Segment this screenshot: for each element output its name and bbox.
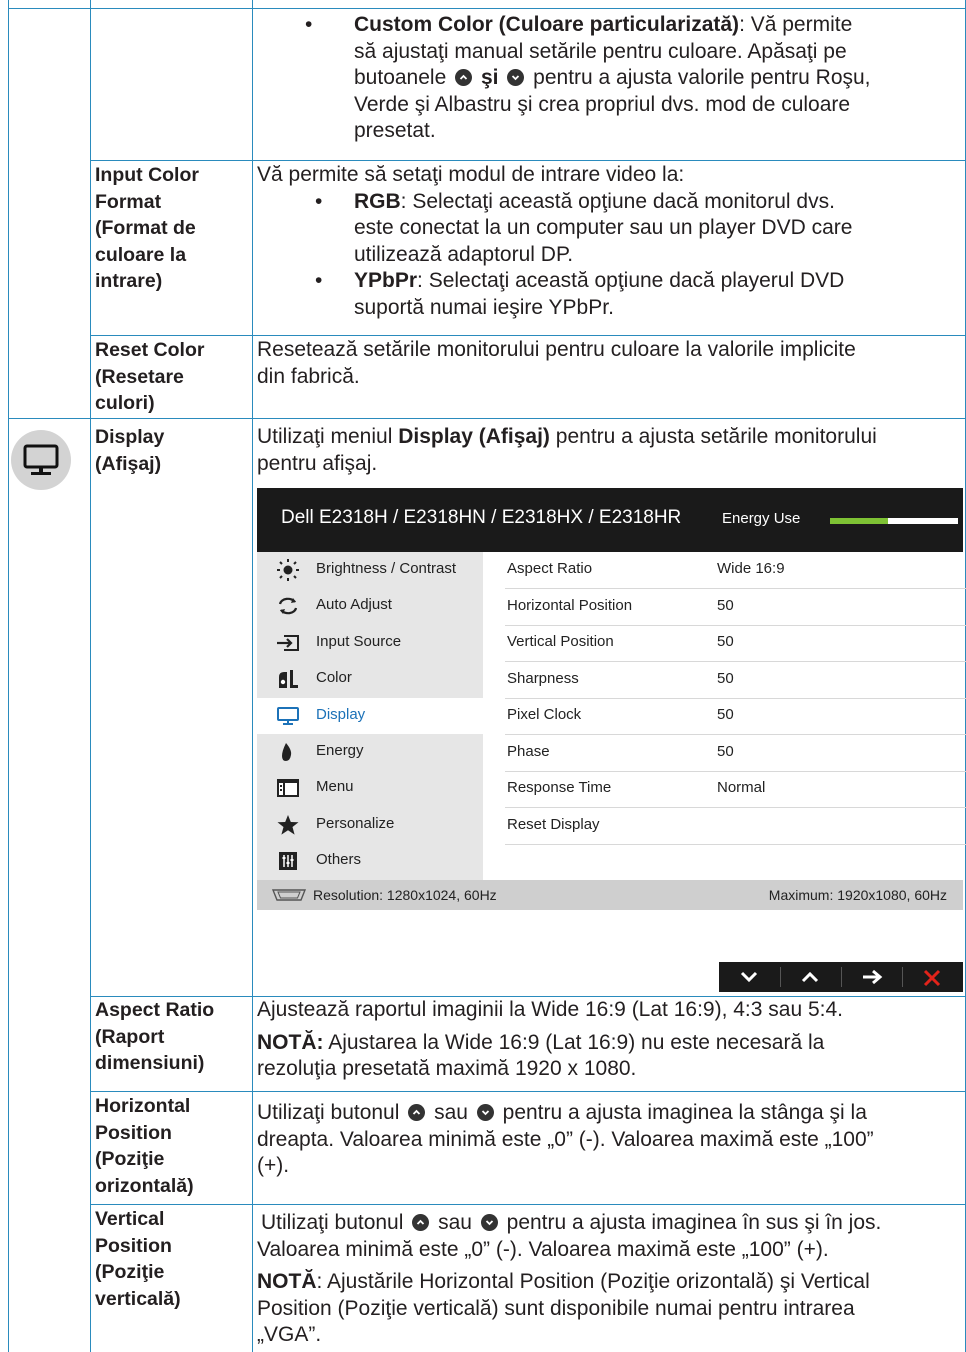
menu-item-others[interactable]: Others bbox=[257, 843, 483, 879]
down-button-icon bbox=[480, 1214, 498, 1231]
menu-item-personalize[interactable]: Personalize bbox=[257, 807, 483, 843]
vertical-position-description: Utilizaţi butonul sau pentru a ajusta im… bbox=[257, 1211, 882, 1346]
reset-color-description: Resetează setările monitorului pentru cu… bbox=[257, 338, 856, 388]
up-button[interactable] bbox=[780, 962, 841, 992]
menu-item-menu[interactable]: Menu bbox=[257, 770, 483, 806]
energy-use-meter bbox=[830, 518, 958, 524]
row-divider bbox=[90, 160, 966, 161]
energy-icon bbox=[282, 743, 292, 761]
vga-connector-icon bbox=[271, 889, 307, 901]
setting-row-phase[interactable]: Phase 50 bbox=[505, 735, 966, 772]
resolution-text: Resolution: 1280x1024, 60Hz bbox=[313, 887, 497, 903]
close-icon bbox=[923, 969, 941, 987]
setting-row-vertical-position[interactable]: Vertical Position 50 bbox=[505, 625, 966, 662]
manual-page: • Custom Color (Culoare particularizată)… bbox=[0, 0, 966, 1352]
osd-main-menu: Brightness / Contrast Auto Adjust Input … bbox=[257, 552, 483, 880]
bullet: • bbox=[315, 189, 323, 213]
vertical-position-label: Vertical Position (Poziţie verticală) bbox=[95, 1208, 181, 1310]
auto-adjust-icon bbox=[278, 598, 298, 615]
row-divider bbox=[90, 1091, 966, 1092]
row-divider bbox=[8, 418, 966, 419]
menu-item-color[interactable]: Color bbox=[257, 661, 483, 697]
color-icon bbox=[279, 670, 298, 689]
setting-row-aspect-ratio[interactable]: Aspect Ratio Wide 16:9 bbox=[505, 552, 966, 589]
aspect-ratio-label: Aspect Ratio (Raport dimensiuni) bbox=[95, 999, 215, 1074]
maximum-resolution-text: Maximum: 1920x1080, 60Hz bbox=[768, 887, 947, 903]
menu-item-auto-adjust[interactable]: Auto Adjust bbox=[257, 588, 483, 624]
input-source-icon bbox=[277, 634, 299, 651]
horizontal-position-description: Utilizaţi butonul sau pentru a ajusta im… bbox=[257, 1101, 874, 1177]
exit-button[interactable] bbox=[902, 962, 963, 992]
custom-color-title: Custom Color (Culoare particularizată) bbox=[354, 13, 740, 36]
up-button-icon bbox=[412, 1214, 430, 1231]
display-description: Utilizaţi meniul Display (Afişaj) pentru… bbox=[257, 425, 877, 475]
others-icon bbox=[279, 852, 297, 871]
osd-status-bar: Resolution: 1280x1024, 60Hz Maximum: 192… bbox=[257, 880, 963, 910]
table-border-col1 bbox=[90, 0, 91, 1352]
display-label: Display (Afişaj) bbox=[95, 426, 165, 475]
osd-menu-screenshot: Dell E2318H / E2318HN / E2318HX / E2318H… bbox=[257, 488, 966, 992]
note-label: NOTĂ: bbox=[257, 1030, 324, 1054]
input-color-format-label: Input Color Format (Format de culoare la… bbox=[95, 164, 199, 292]
row-divider bbox=[90, 1204, 966, 1205]
energy-use-label: Energy Use bbox=[722, 510, 801, 527]
bullet: • bbox=[315, 269, 323, 292]
menu-item-display[interactable]: Display bbox=[257, 697, 483, 734]
menu-item-energy[interactable]: Energy bbox=[257, 734, 483, 770]
setting-row-sharpness[interactable]: Sharpness 50 bbox=[505, 662, 966, 699]
select-button[interactable] bbox=[841, 962, 902, 992]
setting-row-reset-display[interactable]: Reset Display bbox=[505, 808, 966, 845]
bullet: • bbox=[305, 13, 313, 36]
sun-icon bbox=[277, 559, 299, 581]
osd-navigation-buttons bbox=[719, 962, 963, 992]
row-divider bbox=[90, 335, 966, 336]
chevron-down-icon bbox=[740, 971, 758, 983]
table-border-left bbox=[8, 0, 9, 1352]
setting-row-horizontal-position[interactable]: Horizontal Position 50 bbox=[505, 589, 966, 626]
menu-icon bbox=[277, 779, 299, 798]
row-divider bbox=[8, 8, 966, 9]
setting-row-response-time[interactable]: Response Time Normal bbox=[505, 771, 966, 808]
osd-header: Dell E2318H / E2318HN / E2318HX / E2318H… bbox=[257, 488, 963, 552]
menu-item-brightness-contrast[interactable]: Brightness / Contrast bbox=[257, 552, 483, 588]
star-icon bbox=[277, 814, 299, 835]
osd-title: Dell E2318H / E2318HN / E2318HX / E2318H… bbox=[281, 507, 682, 528]
note-label: NOTĂ bbox=[257, 1270, 317, 1293]
menu-item-input-source[interactable]: Input Source bbox=[257, 625, 483, 661]
chevron-up-icon bbox=[801, 971, 819, 983]
horizontal-position-label: Horizontal Position (Poziţie orizontală) bbox=[95, 1095, 194, 1197]
reset-color-label: Reset Color (Resetare culori) bbox=[95, 339, 205, 414]
display-icon bbox=[277, 706, 299, 725]
ypbpr-title: YPbPr bbox=[354, 269, 418, 292]
display-section-icon bbox=[11, 430, 71, 490]
setting-row-pixel-clock[interactable]: Pixel Clock 50 bbox=[505, 698, 966, 735]
energy-use-fill bbox=[830, 518, 888, 524]
up-button-icon bbox=[455, 69, 473, 86]
table-border-col2 bbox=[252, 0, 253, 1352]
rgb-title: RGB bbox=[354, 189, 401, 213]
down-button[interactable] bbox=[719, 962, 780, 992]
arrow-right-icon bbox=[863, 969, 883, 985]
aspect-ratio-description: Ajustează raportul imaginii la Wide 16:9… bbox=[257, 998, 843, 1080]
up-button-icon bbox=[408, 1104, 426, 1121]
down-button-icon bbox=[507, 69, 525, 86]
osd-display-settings: Aspect Ratio Wide 16:9 Horizontal Positio… bbox=[483, 552, 966, 880]
down-button-icon bbox=[476, 1104, 494, 1121]
